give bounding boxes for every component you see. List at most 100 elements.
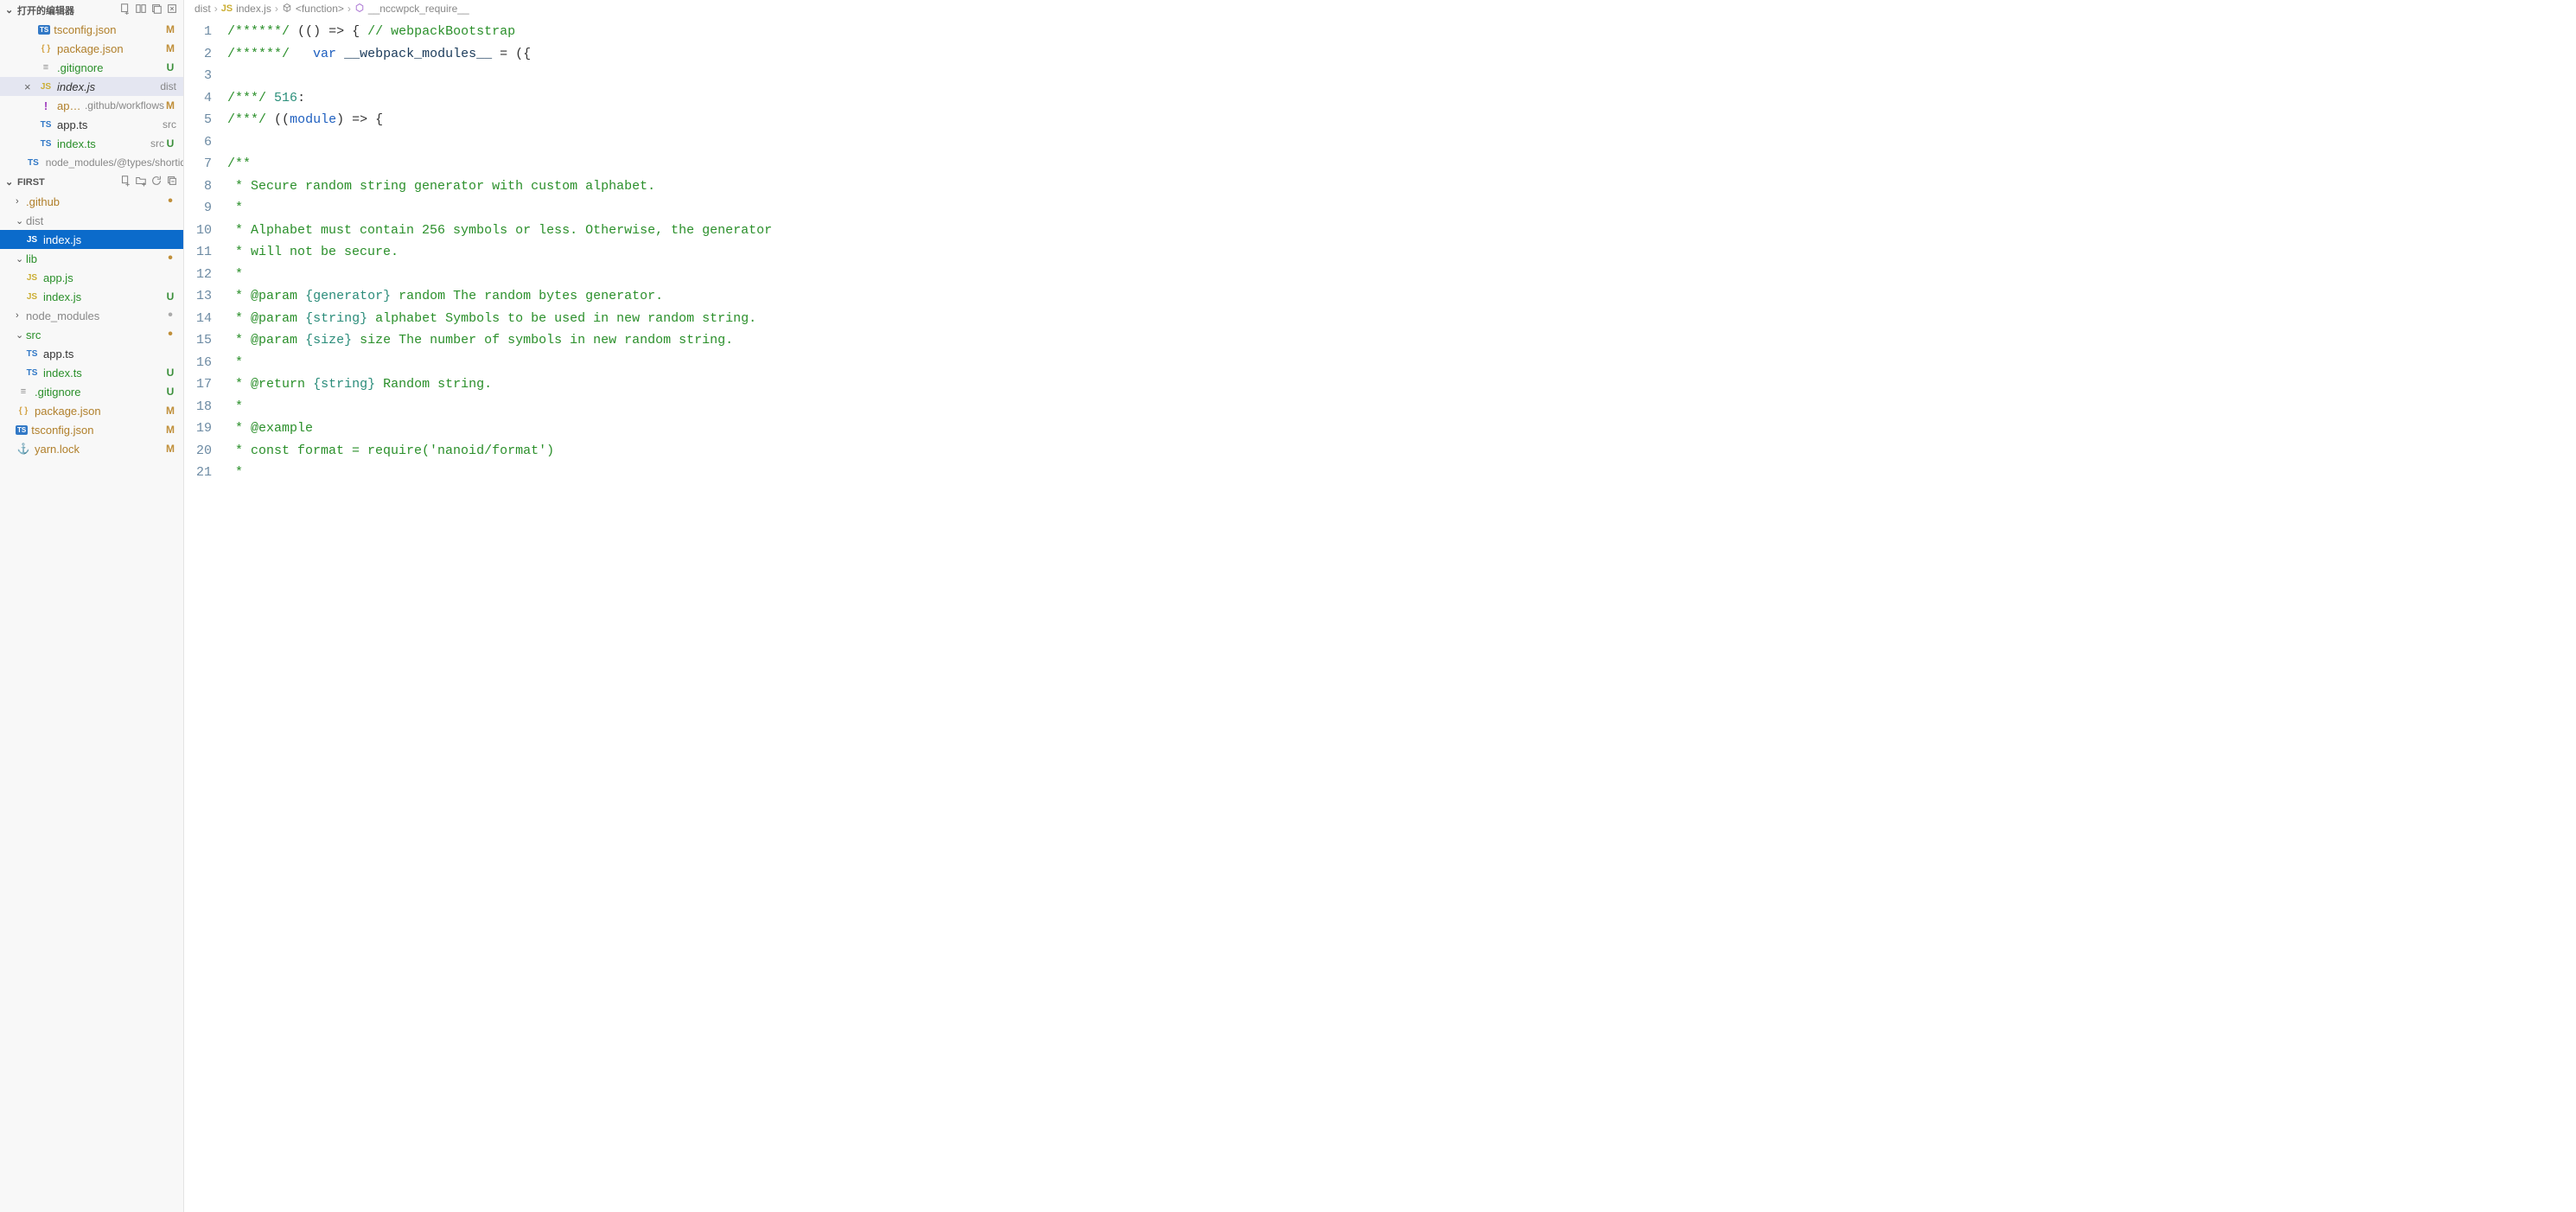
lock-icon: ⚓ <box>16 443 31 455</box>
file-item[interactable]: JSindex.jsU <box>0 287 183 306</box>
sidebar: ⌄ 打开的编辑器 TStsconfig.jsonM{ }package.json… <box>0 0 184 1212</box>
yaml-icon: ! <box>38 99 54 112</box>
code-line[interactable]: * @param {generator} random The random b… <box>227 285 2576 308</box>
code-content[interactable]: /******/ (() => { // webpackBootstrap/**… <box>227 21 2576 1212</box>
new-file-icon[interactable] <box>119 175 131 189</box>
line-number: 6 <box>196 131 215 154</box>
refresh-icon[interactable] <box>150 175 163 189</box>
explorer-header[interactable]: ⌄ FIRST <box>0 172 183 192</box>
explorer-tree: ›.github•⌄distJSindex.js⌄lib•JSapp.jsJSi… <box>0 192 183 458</box>
open-editor-item[interactable]: TStsconfig.jsonM <box>0 20 183 39</box>
code-line[interactable]: * <box>227 396 2576 418</box>
folder-item[interactable]: ⌄dist <box>0 211 183 230</box>
file-item[interactable]: ≡.gitignoreU <box>0 382 183 401</box>
line-number: 5 <box>196 109 215 131</box>
js-icon: JS <box>24 273 40 283</box>
open-editor-item[interactable]: ×JSindex.jsdist <box>0 77 183 96</box>
code-editor[interactable]: 123456789101112131415161718192021 /*****… <box>184 17 2576 1212</box>
file-item[interactable]: TSapp.ts <box>0 344 183 363</box>
open-editors-header[interactable]: ⌄ 打开的编辑器 <box>0 0 183 20</box>
open-editor-item[interactable]: TSapp.ts src <box>0 115 183 134</box>
git-status: • <box>164 330 176 339</box>
file-hint: src <box>163 118 176 131</box>
explorer-title: FIRST <box>17 177 119 188</box>
breadcrumb-item[interactable]: dist <box>194 3 211 15</box>
new-file-icon[interactable] <box>119 3 131 17</box>
js-icon: JS <box>24 235 40 245</box>
js-icon: JS <box>221 3 233 14</box>
code-line[interactable]: * <box>227 197 2576 220</box>
line-number: 18 <box>196 396 215 418</box>
file-item[interactable]: TStsconfig.jsonM <box>0 420 183 439</box>
folder-item[interactable]: ›node_modules• <box>0 306 183 325</box>
file-item[interactable]: ⚓yarn.lockM <box>0 439 183 458</box>
open-editor-item[interactable]: ≡.gitignoreU <box>0 58 183 77</box>
breadcrumb-item[interactable]: __nccwpck_require__ <box>368 3 469 15</box>
chevron-icon: › <box>16 310 24 321</box>
code-line[interactable]: * const format = require('nanoid/format'… <box>227 440 2576 462</box>
git-status: M <box>164 405 176 417</box>
code-line[interactable]: * Alphabet must contain 256 symbols or l… <box>227 220 2576 242</box>
folder-item[interactable]: ›.github• <box>0 192 183 211</box>
collapse-all-icon[interactable] <box>166 175 178 189</box>
close-icon[interactable]: × <box>24 80 35 93</box>
file-name: tsconfig.json <box>31 424 164 437</box>
code-line[interactable]: * <box>227 352 2576 374</box>
code-line[interactable]: * <box>227 264 2576 286</box>
file-name: package.json <box>57 42 164 55</box>
code-line[interactable]: * <box>227 462 2576 484</box>
code-line[interactable] <box>227 65 2576 87</box>
code-line[interactable]: * @return {string} Random string. <box>227 373 2576 396</box>
git-status: M <box>164 42 176 54</box>
code-line[interactable]: * will not be secure. <box>227 241 2576 264</box>
git-status: • <box>164 311 176 320</box>
git-status: M <box>164 424 176 436</box>
code-line[interactable]: * @param {size} size The number of symbo… <box>227 329 2576 352</box>
folder-name: src <box>26 329 164 341</box>
folder-item[interactable]: ⌄src• <box>0 325 183 344</box>
chevron-icon: ⌄ <box>16 215 24 226</box>
git-status: U <box>164 367 176 379</box>
line-number: 12 <box>196 264 215 286</box>
git-status: U <box>164 137 176 150</box>
file-item[interactable]: JSapp.js <box>0 268 183 287</box>
toggle-layout-icon[interactable] <box>135 3 147 17</box>
ts-icon: TS <box>38 120 54 130</box>
line-number: 7 <box>196 153 215 175</box>
close-all-icon[interactable] <box>166 3 178 17</box>
chevron-right-icon: › <box>275 3 278 15</box>
open-editor-item[interactable]: TSindex.d.tsnode_modules/@types/shortid <box>0 153 183 172</box>
file-name: app.yaml <box>57 99 81 112</box>
code-line[interactable]: /** <box>227 153 2576 175</box>
file-name: app.ts <box>57 118 159 131</box>
code-line[interactable]: /***/ ((module) => { <box>227 109 2576 131</box>
open-editor-item[interactable]: !app.yaml.github/workflowsM <box>0 96 183 115</box>
open-editors-list: TStsconfig.jsonM{ }package.jsonM≡.gitign… <box>0 20 183 172</box>
breadcrumb-item[interactable]: index.js <box>236 3 271 15</box>
file-item[interactable]: { }package.jsonM <box>0 401 183 420</box>
ts-boxed-icon: TS <box>38 25 50 35</box>
code-line[interactable]: /***/ 516: <box>227 87 2576 110</box>
code-line[interactable]: * @param {string} alphabet Symbols to be… <box>227 308 2576 330</box>
file-name: index.js <box>57 80 156 93</box>
breadcrumb[interactable]: dist › JS index.js › <function> › __nccw… <box>184 0 2576 17</box>
line-number: 8 <box>196 175 215 198</box>
file-item[interactable]: TSindex.tsU <box>0 363 183 382</box>
code-line[interactable] <box>227 131 2576 154</box>
new-folder-icon[interactable] <box>135 175 147 189</box>
open-editor-item[interactable]: TSindex.tssrcU <box>0 134 183 153</box>
code-line[interactable]: /******/ (() => { // webpackBootstrap <box>227 21 2576 43</box>
line-number: 17 <box>196 373 215 396</box>
file-item[interactable]: JSindex.js <box>0 230 183 249</box>
code-line[interactable]: * @example <box>227 418 2576 440</box>
git-icon: ≡ <box>16 386 31 397</box>
ts-boxed-icon: TS <box>16 425 28 435</box>
folder-item[interactable]: ⌄lib• <box>0 249 183 268</box>
breadcrumb-item[interactable]: <function> <box>296 3 344 15</box>
save-all-icon[interactable] <box>150 3 163 17</box>
open-editor-item[interactable]: { }package.jsonM <box>0 39 183 58</box>
folder-name: .github <box>26 195 164 208</box>
code-line[interactable]: /******/ var __webpack_modules__ = ({ <box>227 43 2576 66</box>
code-line[interactable]: * Secure random string generator with cu… <box>227 175 2576 198</box>
line-number: 11 <box>196 241 215 264</box>
